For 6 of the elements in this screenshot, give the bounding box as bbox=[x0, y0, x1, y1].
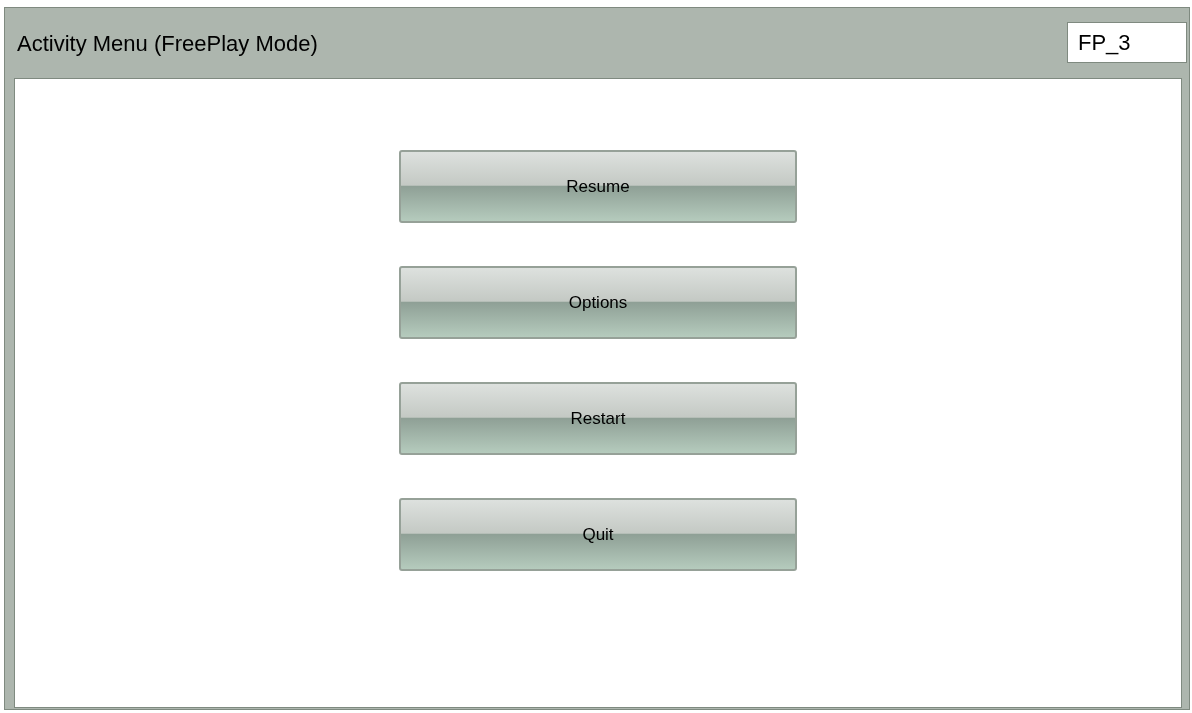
menu-button[interactable]: Resume bbox=[399, 150, 797, 223]
menu-button[interactable]: Quit bbox=[399, 498, 797, 571]
menu-button[interactable]: Restart bbox=[399, 382, 797, 455]
menu-button[interactable]: Options bbox=[399, 266, 797, 339]
window-title: Activity Menu (FreePlay Mode) bbox=[17, 29, 318, 58]
screen-id-label: FP_3 bbox=[1067, 21, 1187, 63]
